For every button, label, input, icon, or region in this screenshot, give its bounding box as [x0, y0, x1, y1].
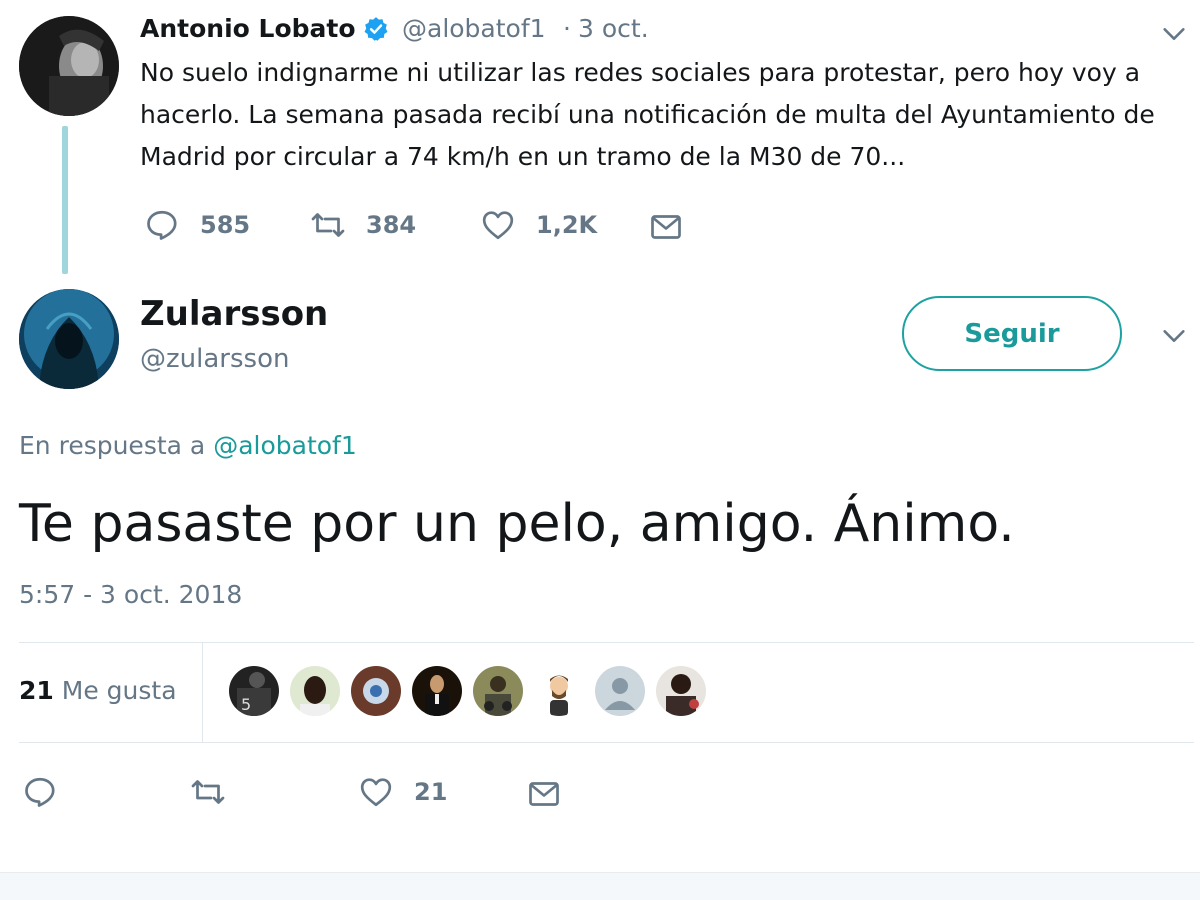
- tweet-timestamp[interactable]: 5:57 - 3 oct. 2018: [19, 580, 242, 609]
- retweet-icon: [191, 780, 225, 804]
- svg-text:5: 5: [241, 695, 251, 714]
- main-author-name[interactable]: Zularsson: [140, 294, 328, 334]
- chevron-down-icon[interactable]: [1160, 20, 1188, 48]
- default-avatar-icon[interactable]: [595, 666, 645, 716]
- parent-author-avatar[interactable]: [19, 16, 119, 116]
- parent-retweet-count: 384: [366, 211, 417, 239]
- likes-summary[interactable]: 21 Me gusta: [19, 676, 177, 705]
- reply-to-handle-link[interactable]: @alobatof1: [213, 431, 357, 460]
- parent-reply-button[interactable]: 585: [144, 205, 250, 245]
- liker-avatar[interactable]: [656, 666, 706, 716]
- reply-context: En respuesta a @alobatof1: [19, 431, 357, 460]
- verified-badge-icon: [364, 17, 388, 41]
- liker-avatar[interactable]: [473, 666, 523, 716]
- retweet-button[interactable]: [190, 772, 226, 812]
- reply-context-prefix: En respuesta a: [19, 431, 206, 460]
- parent-dm-button[interactable]: [648, 207, 684, 247]
- parent-tweet-date[interactable]: 3 oct.: [578, 14, 649, 43]
- thread-connector-line: [62, 126, 68, 274]
- envelope-icon: [529, 782, 559, 806]
- dm-button[interactable]: [526, 774, 562, 814]
- liker-avatar[interactable]: 5: [229, 666, 279, 716]
- reply-icon: [147, 210, 177, 240]
- follow-button[interactable]: Seguir: [902, 296, 1122, 371]
- main-tweet-text: Te pasaste por un pelo, amigo. Ánimo.: [19, 494, 1015, 554]
- parent-author-handle[interactable]: @alobatof1: [402, 14, 546, 43]
- separator-dot: ·: [563, 14, 571, 43]
- parent-tweet-text[interactable]: No suelo indignarme ni utilizar las rede…: [140, 52, 1190, 178]
- liker-avatar[interactable]: [290, 666, 340, 716]
- divider: [19, 642, 1194, 643]
- vertical-divider: [202, 643, 203, 742]
- liker-avatar[interactable]: [534, 666, 584, 716]
- like-count: 21: [414, 778, 448, 806]
- reply-icon: [25, 777, 55, 807]
- parent-author-name[interactable]: Antonio Lobato: [140, 14, 356, 43]
- chevron-down-icon[interactable]: [1160, 322, 1188, 350]
- retweet-icon: [311, 213, 345, 237]
- bottom-panel-edge: [0, 872, 1200, 900]
- parent-reply-count: 585: [200, 211, 251, 239]
- main-author-handle[interactable]: @zularsson: [140, 344, 289, 374]
- heart-icon: [360, 778, 392, 807]
- parent-like-count: 1,2K: [536, 211, 598, 239]
- envelope-icon: [651, 215, 681, 239]
- liker-avatar[interactable]: [412, 666, 462, 716]
- parent-retweet-button[interactable]: 384: [310, 205, 416, 245]
- likes-summary-label: Me gusta: [61, 676, 177, 705]
- reply-button[interactable]: [22, 772, 58, 812]
- divider: [19, 742, 1194, 743]
- liker-avatar[interactable]: [351, 666, 401, 716]
- parent-like-button[interactable]: 1,2K: [480, 205, 597, 245]
- likes-summary-count: 21: [19, 676, 54, 705]
- like-button[interactable]: 21: [358, 772, 447, 812]
- main-author-avatar[interactable]: [19, 289, 119, 389]
- heart-icon: [482, 211, 514, 240]
